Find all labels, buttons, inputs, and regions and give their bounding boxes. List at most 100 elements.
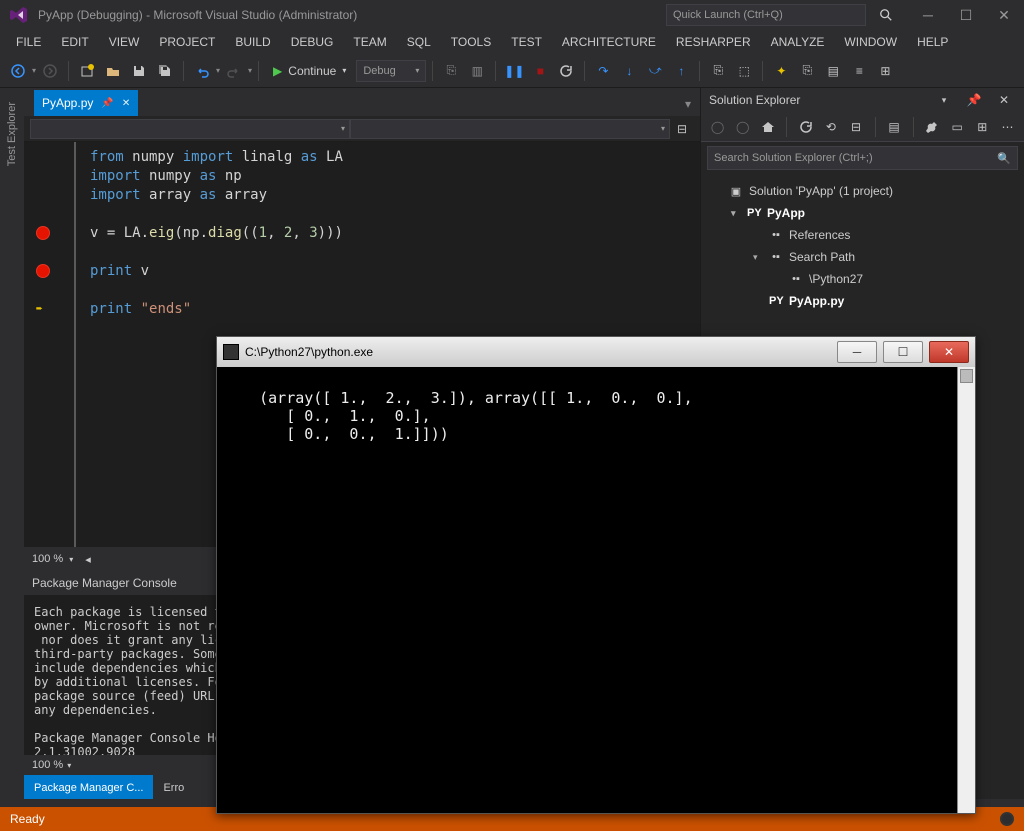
toolbar-icon[interactable]: ⬚ [732, 59, 756, 83]
toolbar-icon[interactable]: ▤ [821, 59, 845, 83]
scope-dropdown[interactable]: ▾ [30, 119, 350, 139]
refresh-icon[interactable] [795, 115, 816, 139]
maximize-button[interactable]: ☐ [954, 6, 978, 24]
preview-icon[interactable]: ▭ [947, 115, 968, 139]
nav-fwd-icon[interactable] [38, 59, 62, 83]
step-out-icon[interactable]: ↑ [669, 59, 693, 83]
back-icon[interactable]: ◯ [707, 115, 728, 139]
toolbar-icon[interactable]: ⎘ [439, 59, 463, 83]
minimize-button[interactable]: ─ [916, 6, 940, 24]
config-dropdown[interactable]: Debug ▾ [356, 60, 426, 82]
split-icon[interactable]: ⊟ [670, 117, 694, 141]
tree-label: Search Path [789, 250, 855, 264]
show-all-icon[interactable]: ▤ [884, 115, 905, 139]
home-icon[interactable] [757, 115, 778, 139]
tree-label: \Python27 [809, 272, 863, 286]
step-over-icon[interactable]: ⤻ [643, 59, 667, 83]
tree-row[interactable]: ▾•▪Search Path [705, 246, 1020, 268]
bottom-tab[interactable]: Erro [153, 775, 194, 799]
pin-icon[interactable]: 📌 [101, 98, 113, 109]
menu-window[interactable]: WINDOW [834, 31, 907, 53]
menu-build[interactable]: BUILD [225, 31, 280, 53]
view-icon[interactable]: ⊞ [972, 115, 993, 139]
console-window: C:\Python27\python.exe ─ ☐ ✕ (array([ 1.… [216, 336, 976, 814]
document-tabs: PyApp.py 📌 ✕ ▾ [24, 88, 700, 116]
menu-debug[interactable]: DEBUG [281, 31, 344, 53]
search-icon[interactable] [874, 6, 898, 24]
menu-sql[interactable]: SQL [397, 31, 441, 53]
menu-file[interactable]: FILE [6, 31, 51, 53]
collapse-icon[interactable]: ⊟ [846, 115, 867, 139]
menu-test[interactable]: TEST [501, 31, 552, 53]
menu-help[interactable]: HELP [907, 31, 958, 53]
console-output[interactable]: (array([ 1., 2., 3.]), array([[ 1., 0., … [217, 367, 975, 813]
zoom-dropdown[interactable]: 100 % [32, 553, 63, 565]
toolbar-icon[interactable]: ▥ [465, 59, 489, 83]
sln-search-input[interactable]: Search Solution Explorer (Ctrl+;) 🔍 [707, 146, 1018, 170]
stop-icon[interactable]: ■ [528, 59, 552, 83]
dropdown-icon[interactable]: ▾ [932, 88, 956, 112]
toolbar-icon[interactable]: ✦ [769, 59, 793, 83]
continue-button[interactable]: ▶ Continue ▾ [265, 59, 354, 83]
fwd-icon[interactable]: ◯ [732, 115, 753, 139]
open-file-icon[interactable] [101, 59, 125, 83]
tree-label: PyApp [767, 206, 805, 220]
menu-analyze[interactable]: ANALYZE [761, 31, 835, 53]
redo-icon[interactable] [222, 59, 246, 83]
tree-row[interactable]: •▪References [705, 224, 1020, 246]
console-title-bar[interactable]: C:\Python27\python.exe ─ ☐ ✕ [217, 337, 975, 367]
pin-icon[interactable]: 📌 [962, 88, 986, 112]
tree-row[interactable]: •▪\Python27 [705, 268, 1020, 290]
close-button[interactable]: ✕ [992, 6, 1016, 24]
restart-icon[interactable] [554, 59, 578, 83]
breakpoint-icon[interactable] [36, 226, 50, 240]
toolbar-icon[interactable]: ⎘ [795, 59, 819, 83]
new-project-icon[interactable] [75, 59, 99, 83]
step-next-icon[interactable]: ↷ [591, 59, 615, 83]
menu-edit[interactable]: EDIT [51, 31, 98, 53]
nav-back-icon[interactable] [6, 59, 30, 83]
breakpoint-icon[interactable] [36, 264, 50, 278]
menu-tools[interactable]: TOOLS [441, 31, 501, 53]
status-indicator-icon [1000, 812, 1014, 826]
toolbar-icon[interactable]: ⎘ [706, 59, 730, 83]
console-maximize-button[interactable]: ☐ [883, 341, 923, 363]
menu-project[interactable]: PROJECT [149, 31, 225, 53]
more-icon[interactable]: ⋯ [997, 115, 1018, 139]
console-scrollbar[interactable] [957, 367, 975, 813]
properties-icon[interactable] [922, 115, 943, 139]
menu-team[interactable]: TEAM [343, 31, 396, 53]
console-minimize-button[interactable]: ─ [837, 341, 877, 363]
console-scrollbar-thumb[interactable] [960, 369, 973, 383]
toolbar-icon[interactable]: ≡ [847, 59, 871, 83]
tree-arrow-icon[interactable]: ▾ [753, 252, 763, 263]
quick-launch-input[interactable]: Quick Launch (Ctrl+Q) [666, 4, 866, 26]
save-all-icon[interactable] [153, 59, 177, 83]
menu-architecture[interactable]: ARCHITECTURE [552, 31, 666, 53]
tree-row[interactable]: ▾PYPyApp [705, 202, 1020, 224]
toolbar-icon[interactable]: ⊞ [873, 59, 897, 83]
bottom-tab[interactable]: Package Manager C... [24, 775, 153, 799]
close-icon[interactable]: ✕ [992, 88, 1016, 112]
tree-arrow-icon[interactable]: ▾ [731, 208, 741, 219]
console-title: C:\Python27\python.exe [245, 345, 373, 359]
tab-overflow-icon[interactable]: ▾ [676, 92, 700, 116]
tree-row[interactable]: ▣Solution 'PyApp' (1 project) [705, 180, 1020, 202]
undo-icon[interactable] [190, 59, 214, 83]
sln-icon: ▣ [729, 185, 743, 198]
member-dropdown[interactable]: ▾ [350, 119, 670, 139]
step-into-icon[interactable]: ↓ [617, 59, 641, 83]
close-icon[interactable]: ✕ [122, 98, 130, 109]
pmc-zoom-dropdown[interactable]: 100 % [32, 759, 63, 771]
menu-view[interactable]: VIEW [99, 31, 150, 53]
sync-icon[interactable]: ⟲ [820, 115, 841, 139]
save-icon[interactable] [127, 59, 151, 83]
pause-icon[interactable]: ❚❚ [502, 59, 526, 83]
test-explorer-tab[interactable]: Test Explorer [4, 96, 20, 172]
doc-tab-pyapp[interactable]: PyApp.py 📌 ✕ [34, 90, 138, 116]
tree-row[interactable]: PYPyApp.py [705, 290, 1020, 312]
solution-tree[interactable]: ▣Solution 'PyApp' (1 project)▾PYPyApp•▪R… [701, 174, 1024, 318]
hscroll-left-icon[interactable]: ◂ [85, 553, 91, 566]
menu-resharper[interactable]: RESHARPER [666, 31, 761, 53]
console-close-button[interactable]: ✕ [929, 341, 969, 363]
